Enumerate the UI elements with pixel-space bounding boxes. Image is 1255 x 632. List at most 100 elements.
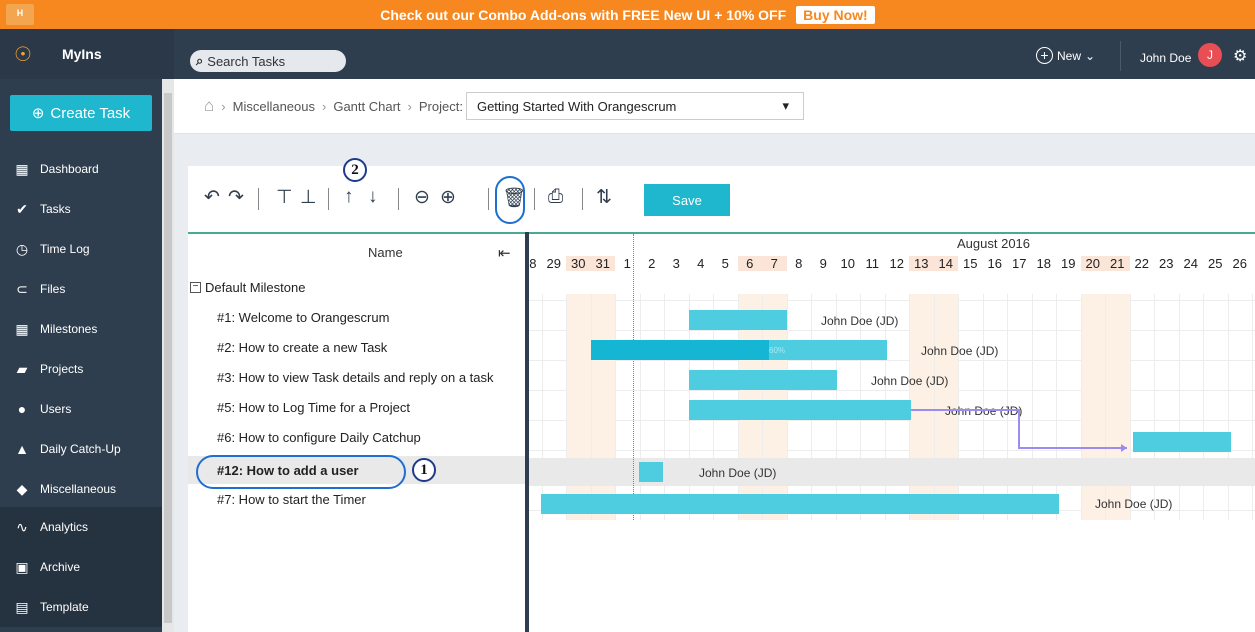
- sidebar-item-users[interactable]: ● Users: [0, 389, 162, 429]
- gear-icon[interactable]: ⚙: [1233, 46, 1247, 66]
- search-input[interactable]: ⌕ Search Tasks: [190, 50, 346, 72]
- milestone-row[interactable]: − Default Milestone: [188, 272, 527, 302]
- dashboard-icon: ▦: [15, 160, 29, 177]
- sidebar-item-label: Milestones: [40, 322, 98, 336]
- sidebar-item-daily-catch-up[interactable]: ▲ Daily Catch-Up: [0, 429, 162, 469]
- analytics-icon: ∿: [16, 518, 28, 535]
- sidebar-item-milestones[interactable]: ▦ Milestones: [0, 309, 162, 349]
- sidebar-item-template[interactable]: ▤ Template: [0, 587, 162, 627]
- toolbar-divider: [258, 188, 259, 210]
- zoom-out-icon[interactable]: ⊖: [414, 186, 430, 209]
- dependency-arrow-icon: [1121, 444, 1127, 452]
- sidebar-item-label: Archive: [40, 560, 81, 574]
- sidebar-item-label: Template: [40, 600, 89, 614]
- redo-icon[interactable]: ↷: [228, 186, 244, 209]
- breadcrumb-miscellaneous[interactable]: Miscellaneous: [233, 99, 315, 114]
- orange-logo-icon: ☉: [14, 43, 32, 66]
- annotation-circle-delete: [495, 176, 525, 224]
- promo-banner: ᴴ Check out our Combo Add-ons with FREE …: [0, 0, 1255, 29]
- sidebar-item-archive[interactable]: ▣ Archive: [0, 547, 162, 587]
- table-row[interactable]: #5: How to Log Time for a Project: [188, 392, 527, 422]
- move-up-icon[interactable]: ↑: [344, 186, 354, 208]
- sidebar-item-label: Files: [40, 282, 66, 296]
- collapse-icon[interactable]: −: [190, 281, 201, 293]
- annotation-circle-task: [196, 455, 406, 489]
- task-bar[interactable]: [541, 494, 1059, 514]
- sidebar-item-label: Time Log: [40, 242, 90, 256]
- annotation-number-two: 2: [343, 158, 367, 182]
- sidebar-item-label: Dashboard: [40, 162, 99, 176]
- task-bar-selected[interactable]: [639, 462, 663, 482]
- task-name: #1: Welcome to Orangescrum: [217, 309, 390, 325]
- task-assignee: John Doe (JD): [699, 466, 777, 480]
- sidebar-scrollbar[interactable]: [162, 79, 174, 632]
- sort-icon[interactable]: ⇅: [596, 186, 612, 209]
- search-placeholder: Search Tasks: [207, 53, 286, 69]
- caret-down-icon: ▾: [782, 98, 789, 113]
- new-button[interactable]: + New ⌄: [1036, 47, 1095, 64]
- top-bar: ☉ MyIns ⌕ Search Tasks + New ⌄ John Doe …: [0, 29, 1255, 79]
- task-assignee: John Doe (JD): [1095, 497, 1173, 511]
- project-select[interactable]: Getting Started With Orangescrum ▾: [465, 92, 804, 120]
- table-row[interactable]: #6: How to configure Daily Catchup: [188, 422, 527, 452]
- table-row[interactable]: #3: How to view Task details and reply o…: [188, 362, 527, 392]
- plus-circle-icon: +: [1036, 47, 1053, 64]
- print-icon[interactable]: ⎙: [548, 186, 563, 208]
- sidebar-item-tasks[interactable]: ✔ Tasks: [0, 189, 162, 229]
- gantt-panel: ↶ ↷ ⊤ ⊥ ↑ ↓ ⊖ ⊕ 🗑 ⎙ ⇅ Save Name ⇤ − Defa…: [188, 166, 1255, 632]
- clock-icon: ◷: [15, 240, 29, 257]
- move-down-icon[interactable]: ↓: [368, 186, 378, 208]
- sidebar-item-dashboard[interactable]: ▦ Dashboard: [0, 149, 162, 189]
- undo-icon[interactable]: ↶: [204, 186, 220, 209]
- table-row[interactable]: #1: Welcome to Orangescrum: [188, 302, 527, 332]
- paperclip-icon: ⊂: [16, 280, 28, 297]
- sidebar-item-label: Projects: [40, 362, 84, 376]
- dependency-line: [911, 409, 1127, 449]
- layers-icon: ◆: [16, 480, 28, 497]
- sidebar-item-time-log[interactable]: ◷ Time Log: [0, 229, 162, 269]
- avatar[interactable]: J: [1198, 43, 1222, 67]
- catchup-icon: ▲: [15, 441, 29, 457]
- chevron-right-icon: ›: [322, 98, 327, 114]
- sidebar-item-miscellaneous[interactable]: ◆ Miscellaneous: [0, 469, 162, 509]
- buy-now-button[interactable]: Buy Now!: [796, 5, 875, 24]
- scrollbar-thumb[interactable]: [164, 93, 172, 623]
- breadcrumb-gantt-chart[interactable]: Gantt Chart: [333, 99, 400, 114]
- task-name: #2: How to create a new Task: [217, 339, 388, 355]
- toolbar-divider: [582, 188, 583, 210]
- brand[interactable]: ☉ MyIns: [0, 29, 174, 79]
- sidebar-item-projects[interactable]: ▰ Projects: [0, 349, 162, 389]
- breadcrumb: ⌂ › Miscellaneous › Gantt Chart › Projec…: [174, 79, 1255, 134]
- create-task-label: Create Task: [50, 104, 131, 122]
- collapse-grid-icon[interactable]: ⇤: [498, 244, 511, 262]
- sidebar-item-analytics[interactable]: ∿ Analytics: [0, 507, 162, 547]
- sidebar-item-label: Users: [40, 402, 72, 416]
- task-name: #5: How to Log Time for a Project: [217, 399, 410, 415]
- gantt-timeline: August 2016 2829303112345678910111213141…: [529, 232, 1255, 632]
- table-row[interactable]: #2: How to create a new Task: [188, 332, 527, 362]
- brand-name: MyIns: [61, 46, 102, 62]
- chevron-right-icon: ›: [221, 98, 226, 114]
- home-icon[interactable]: ⌂: [204, 96, 214, 116]
- sidebar-item-files[interactable]: ⊂ Files: [0, 269, 162, 309]
- annotation-number-one: 1: [412, 458, 436, 482]
- user-name[interactable]: John Doe: [1140, 51, 1191, 65]
- new-label: New: [1057, 48, 1082, 63]
- toolbar-divider: [398, 188, 399, 210]
- indent-bottom-icon[interactable]: ⊥: [300, 186, 317, 209]
- template-icon: ▤: [15, 598, 29, 615]
- task-grid: Name ⇤ − Default Milestone #1: Welcome t…: [188, 232, 527, 632]
- sidebar-item-label: Analytics: [40, 520, 89, 534]
- task-bar[interactable]: [1133, 432, 1231, 452]
- search-icon: ⌕: [196, 53, 204, 68]
- save-button[interactable]: Save: [644, 184, 730, 216]
- name-column-header[interactable]: Name: [368, 245, 403, 260]
- zoom-in-icon[interactable]: ⊕: [440, 186, 456, 209]
- promo-text: Check out our Combo Add-ons with FREE Ne…: [380, 6, 787, 23]
- toolbar-divider: [328, 188, 329, 210]
- indent-top-icon[interactable]: ⊤: [276, 186, 293, 209]
- sidebar-item-label: Tasks: [40, 202, 71, 216]
- chevron-right-icon: ›: [407, 98, 412, 114]
- create-task-button[interactable]: ⊕ Create Task: [10, 95, 152, 131]
- app-logo: ᴴ: [6, 4, 34, 25]
